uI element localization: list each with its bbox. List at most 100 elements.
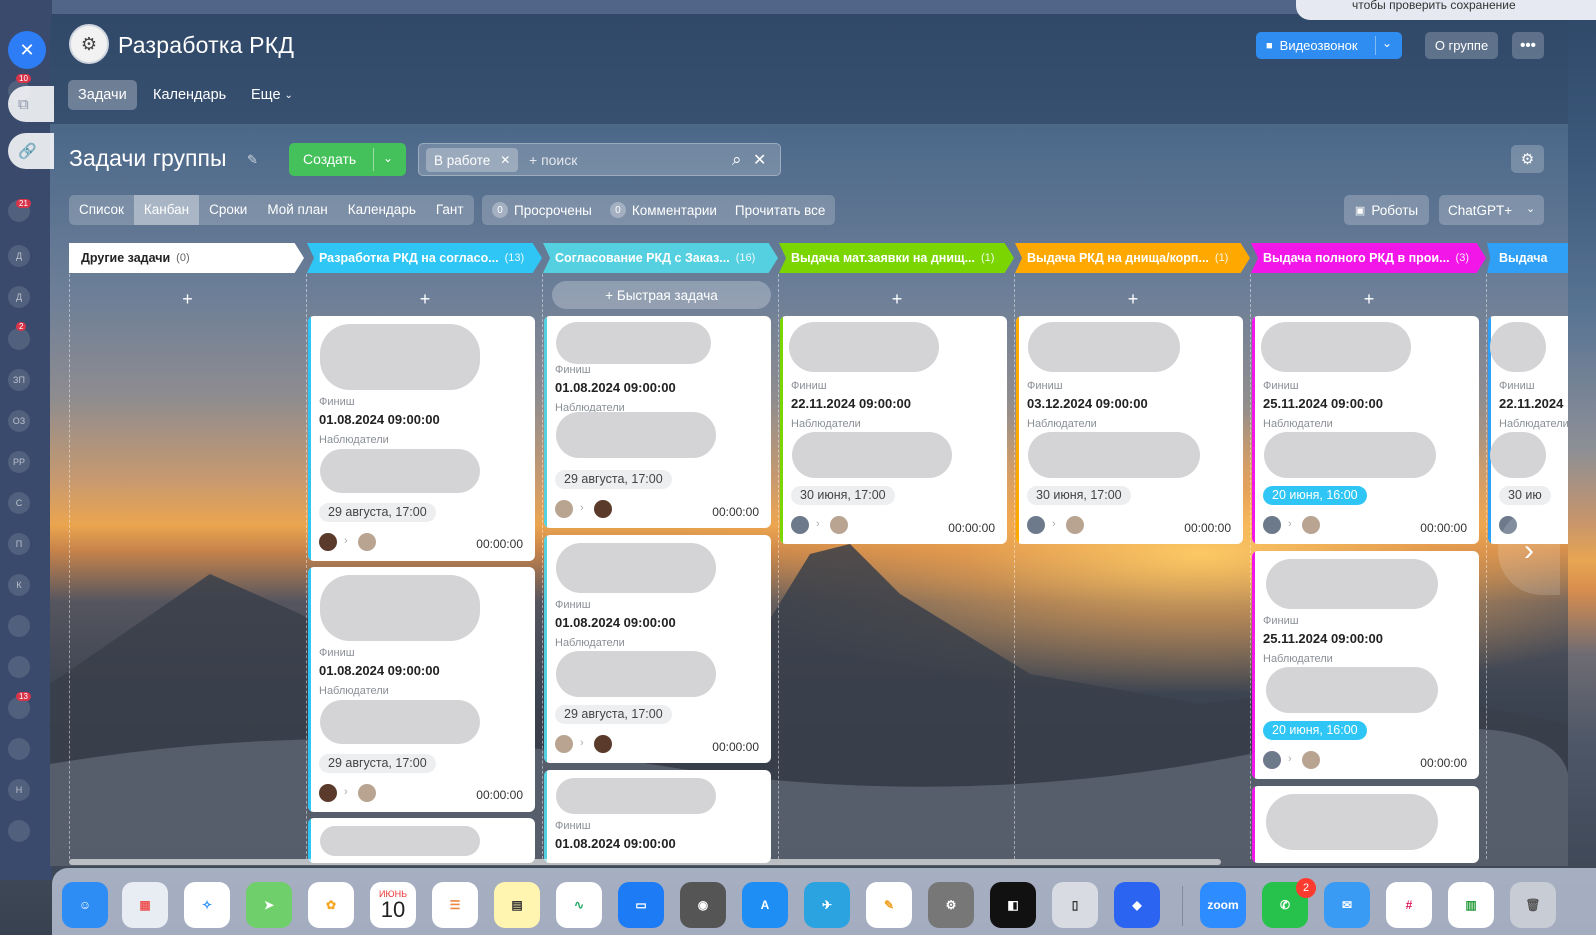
system-settings-icon[interactable]: ⚙	[928, 882, 974, 928]
deadline-badge[interactable]: 30 ию	[1499, 486, 1551, 505]
view-deadlines[interactable]: Сроки	[199, 195, 257, 225]
deadline-badge[interactable]: 30 июня, 17:00	[1027, 486, 1131, 505]
responsible-avatar[interactable]	[358, 533, 376, 551]
task-card[interactable]: Финиш 22.11.2024 09:00:00 Наблюдатели 30…	[780, 316, 1007, 544]
add-task-button[interactable]: +	[307, 284, 543, 314]
notes-icon[interactable]: ▤	[494, 882, 540, 928]
search-input[interactable]: + поиск	[529, 152, 577, 168]
creator-avatar[interactable]	[791, 516, 809, 534]
numbers-icon[interactable]: ▥	[1448, 882, 1494, 928]
creator-avatar[interactable]	[319, 784, 337, 802]
quick-task-button[interactable]: + Быстрая задача	[552, 281, 771, 309]
launchpad-icon[interactable]: ▦	[122, 882, 168, 928]
responsible-avatar[interactable]	[594, 735, 612, 753]
task-card[interactable]: Финиш 25.11.2024 09:00:00 Наблюдатели 20…	[1252, 316, 1479, 544]
zoom-icon[interactable]: zoom	[1200, 882, 1246, 928]
freeform-icon[interactable]: ∿	[556, 882, 602, 928]
roblox-icon[interactable]: ◆	[1114, 882, 1160, 928]
kanban-column-header[interactable]: Выдача мат.заявки на днищ... (1)	[779, 243, 1014, 273]
add-task-button[interactable]: +	[69, 284, 306, 314]
add-task-button[interactable]: +	[779, 284, 1015, 314]
tab-more[interactable]: Еще ⌄	[241, 80, 303, 110]
about-group-button[interactable]: О группе	[1425, 32, 1498, 59]
search-filter-box[interactable]: В работе ✕ + поиск ⌕ ✕	[418, 143, 781, 176]
filter-chip[interactable]: В работе ✕	[426, 148, 519, 172]
deadline-badge[interactable]: 29 августа, 17:00	[555, 705, 672, 724]
search-icon[interactable]: ⌕	[732, 150, 742, 170]
maps-icon[interactable]: ➤	[246, 882, 292, 928]
responsible-avatar[interactable]	[594, 500, 612, 518]
more-options-button[interactable]: •••	[1512, 32, 1544, 59]
video-call-button[interactable]: ■ Видеозвонок ⌄	[1256, 32, 1402, 59]
task-card[interactable]	[308, 818, 535, 863]
iphone-mirroring-icon[interactable]: ▯	[1052, 882, 1098, 928]
trash-icon[interactable]: 🗑	[1510, 882, 1556, 928]
telegram-icon[interactable]: ✈	[804, 882, 850, 928]
tab-tasks[interactable]: Задачи	[68, 80, 137, 110]
creator-avatar[interactable]	[555, 735, 573, 753]
creator-avatar[interactable]	[1263, 516, 1281, 534]
app-store-icon[interactable]: A	[742, 882, 788, 928]
pin-icon[interactable]: ✎	[247, 152, 258, 168]
photos-icon[interactable]: ✿	[308, 882, 354, 928]
task-card[interactable]	[1252, 786, 1479, 863]
finder-icon[interactable]: ☺	[62, 882, 108, 928]
deadline-badge[interactable]: 20 июня, 16:00	[1263, 486, 1367, 505]
view-kanban[interactable]: Канбан	[133, 195, 200, 225]
deadline-badge[interactable]: 29 августа, 17:00	[319, 503, 436, 522]
safari-icon[interactable]: ✧	[184, 882, 230, 928]
creator-avatar[interactable]	[555, 500, 573, 518]
robots-button[interactable]: ▣ Роботы	[1344, 195, 1429, 225]
task-card[interactable]: Финиш 01.08.2024 09:00:00 Наблюдатели 29…	[308, 567, 535, 812]
group-avatar[interactable]: ⚙	[69, 24, 109, 64]
creator-avatar[interactable]	[319, 533, 337, 551]
task-card[interactable]: Финиш 03.12.2024 09:00:00 Наблюдатели 30…	[1016, 316, 1243, 544]
task-card[interactable]: Финиш 01.08.2024 09:00:00 Наблюдатели 29…	[308, 316, 535, 561]
responsible-avatar[interactable]	[1302, 516, 1320, 534]
chevron-down-icon[interactable]: ⌄	[1526, 202, 1535, 215]
kanban-column-header[interactable]: Согласование РКД с Заказ... (16)	[543, 243, 778, 273]
read-all-link[interactable]: Прочитать все	[735, 203, 826, 218]
add-task-button[interactable]: +	[1015, 284, 1251, 314]
responsible-avatar[interactable]	[358, 784, 376, 802]
kanban-column-header[interactable]: Другие задачи (0)	[69, 243, 304, 273]
kanban-column-header[interactable]: Разработка РКД на согласо... (13)	[307, 243, 542, 273]
view-list[interactable]: Список	[69, 195, 134, 225]
system-notification[interactable]: чтобы проверить сохранение	[1296, 0, 1596, 20]
overdue-counter[interactable]: 0 Просрочены	[492, 202, 592, 218]
deadline-badge[interactable]: 29 августа, 17:00	[319, 754, 436, 773]
view-calendar[interactable]: Календарь	[338, 195, 426, 225]
pages-icon[interactable]: ✎	[866, 882, 912, 928]
deadline-badge[interactable]: 20 июня, 16:00	[1263, 721, 1367, 740]
keynote-icon[interactable]: ▭	[618, 882, 664, 928]
kanban-column-header[interactable]: Выдача РКД на днища/корп... (1)	[1015, 243, 1250, 273]
kanban-column-header[interactable]: Выдача	[1487, 243, 1568, 273]
responsible-avatar[interactable]	[830, 516, 848, 534]
task-card[interactable]: Финиш 01.08.2024 09:00:00 Наблюдатели 29…	[544, 535, 771, 763]
chevron-down-icon[interactable]: ⌄	[1382, 36, 1392, 50]
create-button[interactable]: Создать ⌄	[289, 143, 406, 176]
view-my-plan[interactable]: Мой план	[257, 195, 337, 225]
clear-search-icon[interactable]: ✕	[753, 150, 766, 170]
close-slider-button[interactable]: ✕	[8, 31, 46, 69]
deadline-badge[interactable]: 29 августа, 17:00	[555, 470, 672, 489]
task-card[interactable]: Финиш 25.11.2024 09:00:00 Наблюдатели 20…	[1252, 551, 1479, 779]
horizontal-scrollbar[interactable]	[69, 859, 1221, 865]
kanban-column-header[interactable]: Выдача полного РКД в прои... (3)	[1251, 243, 1486, 273]
app-icon[interactable]: ◧	[990, 882, 1036, 928]
view-gantt[interactable]: Гант	[426, 195, 474, 225]
task-card[interactable]: Финиш 01.08.2024 09:00:00	[544, 770, 771, 863]
settings-gear-icon[interactable]: ⚙	[1511, 145, 1544, 173]
chevron-down-icon[interactable]: ⌄	[383, 151, 393, 165]
deadline-badge[interactable]: 30 июня, 17:00	[791, 486, 895, 505]
chatgpt-button[interactable]: ChatGPT+ ⌄	[1439, 195, 1544, 225]
tab-calendar[interactable]: Календарь	[143, 80, 236, 110]
creator-avatar[interactable]	[1027, 516, 1045, 534]
reminders-icon[interactable]: ☰	[432, 882, 478, 928]
creator-avatar[interactable]	[1263, 751, 1281, 769]
responsible-avatar[interactable]	[1302, 751, 1320, 769]
screenshot-icon[interactable]: ◉	[680, 882, 726, 928]
comments-counter[interactable]: 0 Комментарии	[609, 202, 717, 218]
copy-link-icon[interactable]: 🔗	[8, 133, 54, 169]
add-task-button[interactable]: +	[1251, 284, 1487, 314]
